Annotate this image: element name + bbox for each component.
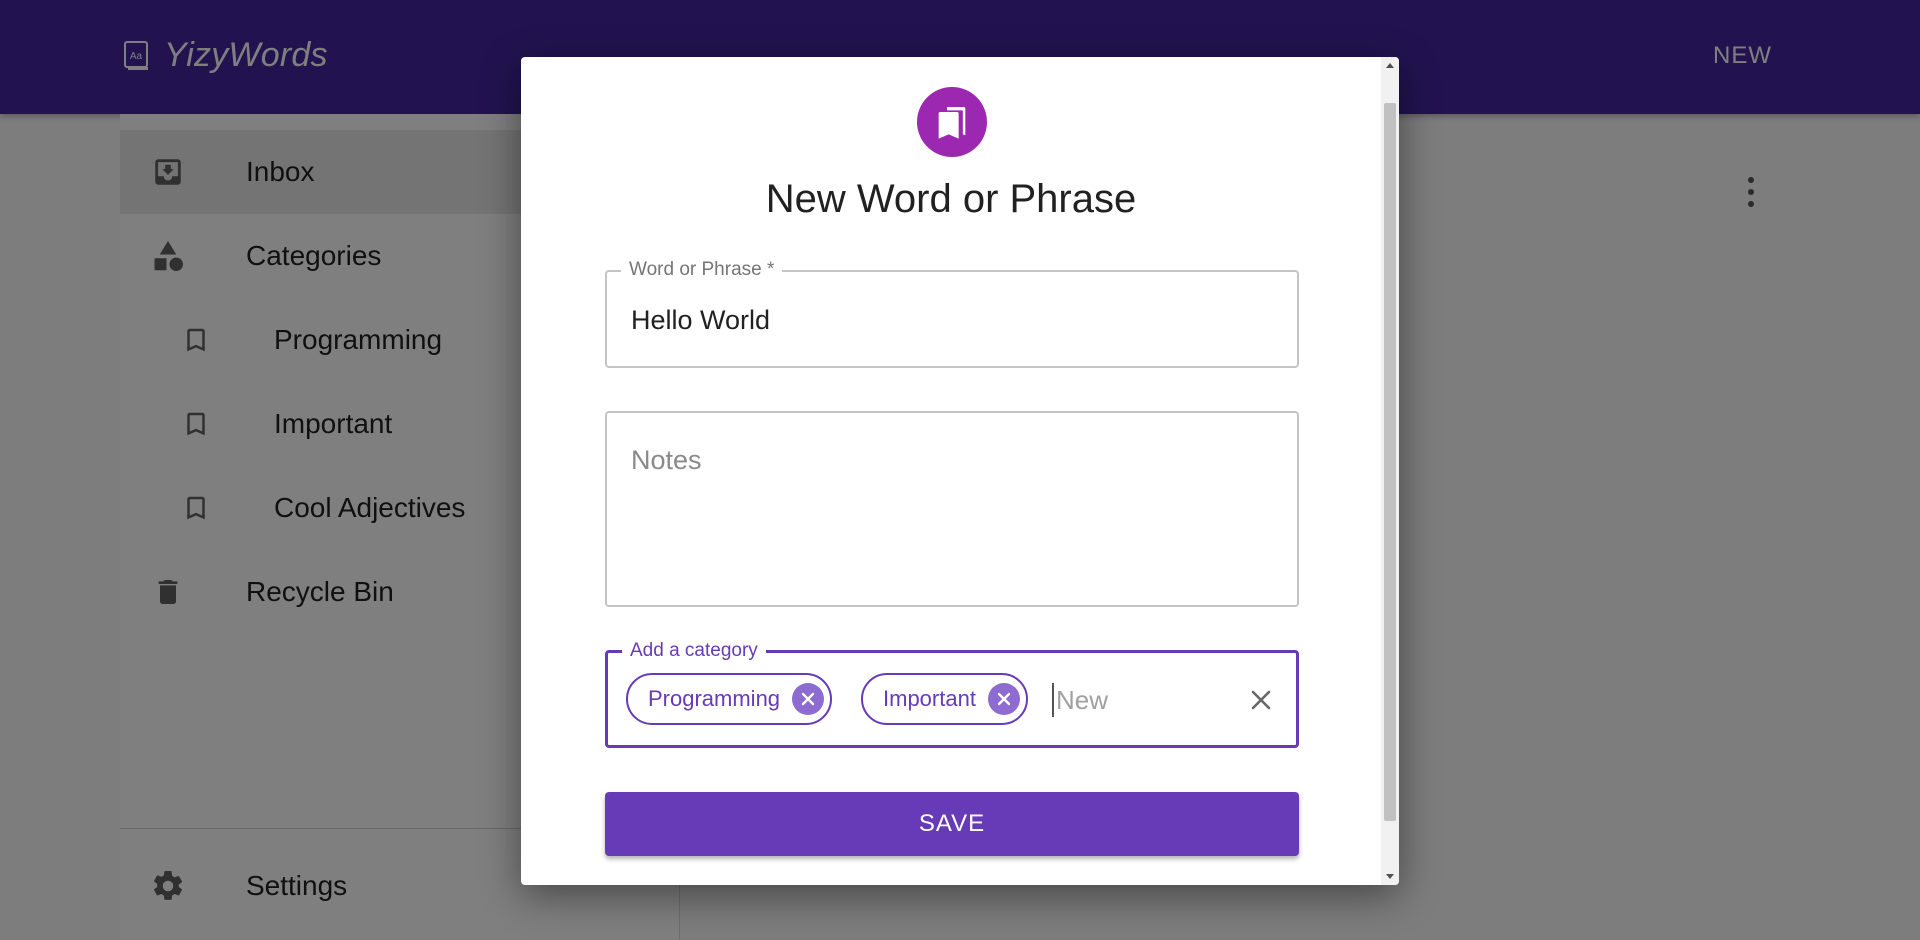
scroll-up-icon[interactable] [1386,63,1394,68]
scroll-down-icon[interactable] [1386,874,1394,879]
new-category-input[interactable] [1052,683,1212,717]
chip-label: Programming [648,686,781,711]
notes-field[interactable]: Notes [605,411,1299,607]
scroll-thumb[interactable] [1384,103,1396,821]
category-label: Add a category [622,640,766,662]
dialog-scrollbar[interactable] [1381,57,1399,885]
bookmarks-icon [917,87,987,157]
category-field[interactable]: Add a category Programming Important [605,640,1299,748]
dialog-title: New Word or Phrase [765,177,1137,221]
remove-chip-icon[interactable] [987,683,1020,715]
category-chip-programming[interactable]: Programming [626,673,833,725]
remove-chip-icon[interactable] [792,683,825,715]
save-button[interactable]: SAVE [605,792,1299,856]
word-phrase-field[interactable]: Word or Phrase * Hello World [605,259,1299,368]
new-word-dialog: New Word or Phrase Word or Phrase * Hell… [521,57,1399,885]
category-chip-important[interactable]: Important [861,673,1028,725]
word-phrase-value: Hello World [631,305,771,335]
word-phrase-label: Word or Phrase * [621,259,783,281]
notes-placeholder: Notes [631,445,702,475]
chip-label: Important [883,686,976,711]
clear-icon[interactable] [1246,685,1276,715]
